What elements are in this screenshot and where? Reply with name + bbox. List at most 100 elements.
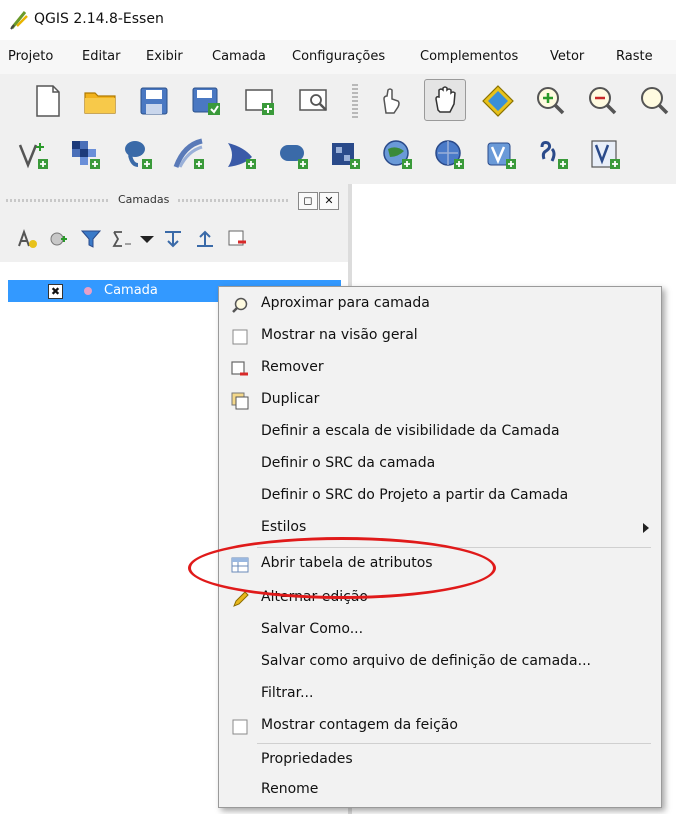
chevron-down-icon[interactable] — [134, 226, 160, 252]
menu-item-remove[interactable]: Remover — [219, 353, 661, 385]
title-bar: QGIS 2.14.8-Essen — [0, 0, 676, 40]
zoom-in-icon[interactable] — [530, 81, 570, 121]
layers-panel-header: Camadas ◻ ✕ — [0, 184, 348, 216]
add-raster-layer-icon[interactable] — [66, 135, 106, 175]
menu-item-set-layer-scale[interactable]: Definir a escala de visibilidade da Cama… — [219, 417, 661, 449]
menu-item-label: Alternar edição — [261, 589, 368, 605]
menu-bar: Projeto Editar Exibir Camada Configuraçõ… — [0, 40, 676, 74]
toolbar-separator — [352, 84, 358, 118]
menu-item-label: Salvar como arquivo de definição de cama… — [261, 653, 591, 669]
menu-item-label: Aproximar para camada — [261, 295, 430, 311]
pan-icon[interactable] — [424, 79, 466, 121]
layers-toolbar — [0, 128, 676, 182]
save-project-icon[interactable] — [134, 81, 174, 121]
menu-item-label: Filtrar... — [261, 685, 314, 701]
add-wcs-layer-icon[interactable] — [430, 135, 470, 175]
close-panel-button[interactable]: ✕ — [319, 192, 339, 210]
collapse-all-icon[interactable] — [192, 226, 218, 252]
dock-grip[interactable] — [178, 199, 290, 202]
menu-item-set-project-crs[interactable]: Definir o SRC do Projeto a partir da Cam… — [219, 481, 661, 513]
menu-item-label: Mostrar contagem da feição — [261, 717, 458, 733]
menu-item-label: Estilos — [261, 519, 307, 535]
add-spatialite-layer-icon[interactable] — [170, 135, 210, 175]
dock-grip[interactable] — [6, 199, 110, 202]
zoom-to-layer-icon — [231, 296, 249, 314]
menu-item-duplicate[interactable]: Duplicar — [219, 385, 661, 417]
menu-item-label: Definir o SRC da camada — [261, 455, 436, 471]
menu-vetor[interactable]: Vetor — [550, 49, 584, 64]
menu-separator — [257, 743, 651, 744]
menu-exibir[interactable]: Exibir — [146, 49, 183, 64]
checkbox-icon[interactable] — [231, 328, 249, 346]
menu-item-label: Salvar Como... — [261, 621, 364, 637]
menu-item-label: Renome — [261, 781, 319, 797]
project-toolbar — [0, 74, 676, 128]
menu-complementos[interactable]: Complementos — [420, 49, 518, 64]
zoom-out-icon[interactable] — [582, 81, 622, 121]
expand-all-icon[interactable] — [160, 226, 186, 252]
menu-item-save-as[interactable]: Salvar Como... — [219, 615, 661, 647]
remove-layer-icon — [231, 360, 249, 378]
menu-item-show-in-overview[interactable]: Mostrar na visão geral — [219, 321, 661, 353]
add-postgis-layer-icon[interactable] — [118, 135, 158, 175]
menu-item-label: Definir o SRC do Projeto a partir da Cam… — [261, 487, 569, 503]
filter-expression-icon[interactable] — [110, 226, 136, 252]
menu-item-label: Mostrar na visão geral — [261, 327, 418, 343]
menu-item-open-attribute-table[interactable]: Abrir tabela de atributos — [219, 549, 661, 581]
menu-item-label: Abrir tabela de atributos — [261, 555, 433, 571]
float-panel-button[interactable]: ◻ — [298, 192, 318, 210]
point-symbol-icon — [84, 287, 92, 295]
menu-item-zoom-to-layer[interactable]: Aproximar para camada — [219, 289, 661, 321]
add-oracle-layer-icon[interactable] — [274, 135, 314, 175]
menu-item-label: Remover — [261, 359, 324, 375]
add-wms-layer-icon[interactable] — [378, 135, 418, 175]
layer-context-menu: Aproximar para camada Mostrar na visão g… — [218, 286, 662, 808]
add-virtual-layer-icon[interactable] — [586, 135, 626, 175]
qgis-logo-icon — [8, 9, 30, 31]
menu-item-toggle-editing[interactable]: Alternar edição — [219, 583, 661, 615]
menu-item-label: Propriedades — [261, 751, 353, 767]
remove-layer-icon[interactable] — [224, 226, 250, 252]
add-vector-layer-icon[interactable] — [14, 135, 54, 175]
menu-item-save-layer-definition[interactable]: Salvar como arquivo de definição de cama… — [219, 647, 661, 679]
add-wfs-layer-icon[interactable] — [482, 135, 522, 175]
open-project-icon[interactable] — [80, 81, 120, 121]
add-db2-layer-icon[interactable] — [326, 135, 366, 175]
menu-item-show-feature-count[interactable]: Mostrar contagem da feição — [219, 711, 661, 743]
composer-manager-icon[interactable] — [294, 81, 334, 121]
layer-visibility-checkbox[interactable]: ✖ — [48, 284, 63, 299]
zoom-icon[interactable] — [634, 81, 674, 121]
filter-legend-icon[interactable] — [78, 226, 104, 252]
add-mssql-layer-icon[interactable] — [222, 135, 262, 175]
checkbox-icon[interactable] — [231, 718, 249, 736]
menu-camada[interactable]: Camada — [212, 49, 266, 64]
menu-separator — [257, 547, 651, 548]
menu-item-set-layer-crs[interactable]: Definir o SRC da camada — [219, 449, 661, 481]
menu-configuracoes[interactable]: Configurações — [292, 49, 385, 64]
window-title: QGIS 2.14.8-Essen — [34, 11, 164, 27]
add-delimited-text-icon[interactable] — [534, 135, 574, 175]
menu-item-label: Duplicar — [261, 391, 320, 407]
duplicate-layer-icon — [231, 392, 249, 410]
save-as-icon[interactable] — [186, 81, 226, 121]
menu-item-rename[interactable]: Renome — [219, 775, 661, 807]
menu-projeto[interactable]: Projeto — [8, 49, 53, 64]
menu-item-properties[interactable]: Propriedades — [219, 745, 661, 777]
touch-zoom-icon[interactable] — [370, 81, 410, 121]
layers-panel-title: Camadas — [118, 193, 170, 206]
layer-name: Camada — [104, 283, 158, 298]
add-group-icon[interactable] — [46, 226, 72, 252]
layers-panel-toolbar — [0, 216, 348, 262]
new-print-composer-icon[interactable] — [240, 81, 280, 121]
new-project-icon[interactable] — [28, 81, 68, 121]
open-layer-styling-icon[interactable] — [14, 226, 40, 252]
attribute-table-icon — [231, 556, 249, 574]
submenu-arrow-icon — [643, 523, 649, 533]
menu-item-label: Definir a escala de visibilidade da Cama… — [261, 423, 560, 439]
pencil-icon — [231, 590, 249, 608]
pan-to-selection-icon[interactable] — [478, 81, 518, 121]
menu-item-styles[interactable]: Estilos — [219, 513, 661, 545]
menu-item-filter[interactable]: Filtrar... — [219, 679, 661, 711]
menu-editar[interactable]: Editar — [82, 49, 121, 64]
menu-raster[interactable]: Raste — [616, 49, 653, 64]
